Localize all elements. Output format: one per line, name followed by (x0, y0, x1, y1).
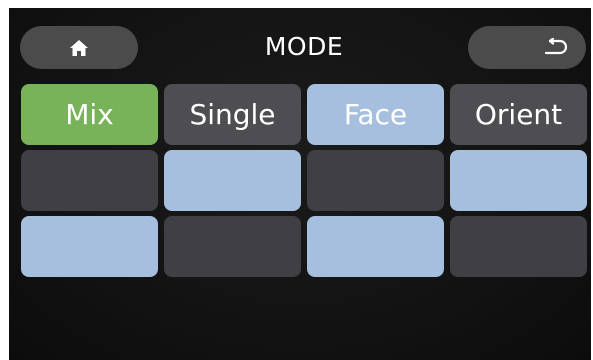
device-screen: MODE Mix Single Face Orient (9, 8, 591, 360)
back-button[interactable] (468, 26, 586, 69)
empty-slot[interactable] (307, 150, 444, 211)
mode-button-single[interactable]: Single (164, 84, 301, 145)
mode-button-orient[interactable]: Orient (450, 84, 587, 145)
home-icon (69, 39, 89, 57)
empty-slot[interactable] (450, 150, 587, 211)
mode-button-label: Face (343, 98, 408, 131)
mode-button-face[interactable]: Face (307, 84, 444, 145)
mode-grid: Mix Single Face Orient (21, 84, 587, 277)
empty-slot[interactable] (164, 150, 301, 211)
return-arrow-icon (542, 37, 568, 58)
empty-slot[interactable] (450, 216, 587, 277)
page-title: MODE (264, 32, 344, 61)
mode-button-mix[interactable]: Mix (21, 84, 158, 145)
mode-button-label: Single (189, 98, 276, 131)
empty-slot[interactable] (21, 150, 158, 211)
mode-button-label: Mix (65, 98, 114, 131)
empty-slot[interactable] (21, 216, 158, 277)
empty-slot[interactable] (164, 216, 301, 277)
empty-slot[interactable] (307, 216, 444, 277)
mode-button-label: Orient (474, 98, 563, 131)
home-button[interactable] (20, 26, 138, 69)
